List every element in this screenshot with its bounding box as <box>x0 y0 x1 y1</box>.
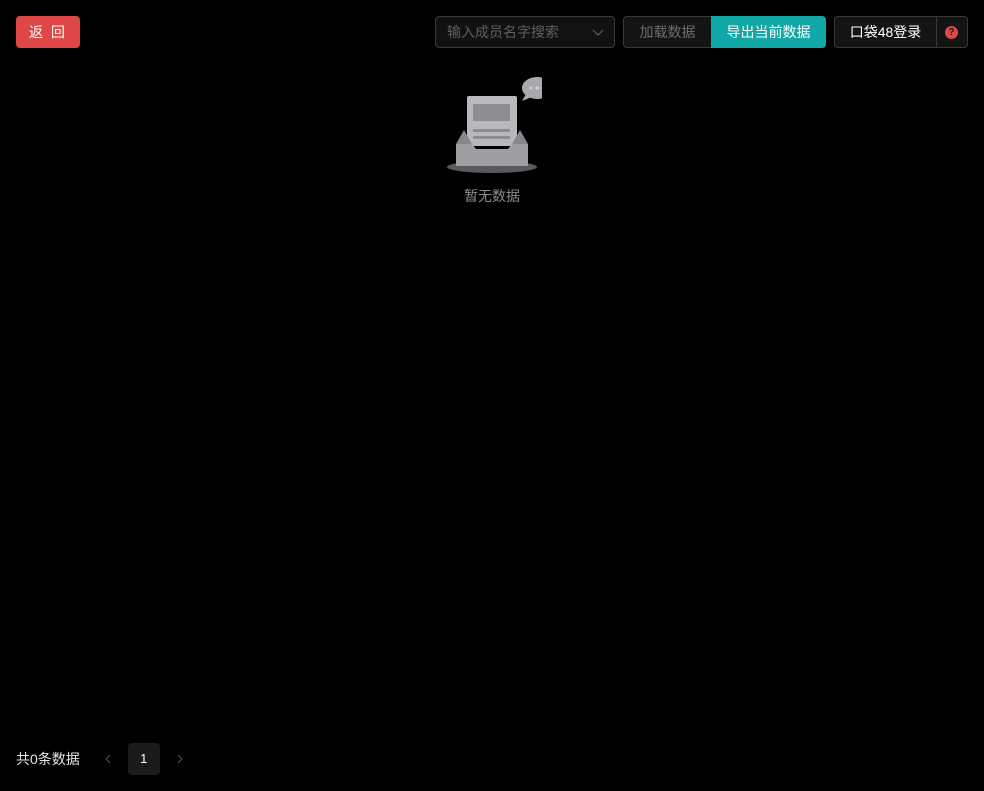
chevron-down-icon <box>592 29 604 36</box>
empty-state: 暂无数据 <box>442 74 542 206</box>
page: 返 回 输入成员名字搜索 加载数据 导出当前数据 口袋48登录 ? 暂无数据 共… <box>0 0 984 791</box>
help-button[interactable]: ? <box>937 16 968 48</box>
member-search-select[interactable]: 输入成员名字搜索 <box>435 16 615 48</box>
login-button-group: 口袋48登录 ? <box>834 16 968 48</box>
back-button[interactable]: 返 回 <box>16 16 80 48</box>
load-data-button[interactable]: 加载数据 <box>623 16 711 48</box>
search-placeholder: 输入成员名字搜索 <box>447 24 559 40</box>
help-icon: ? <box>945 26 958 39</box>
empty-inbox-icon <box>447 77 542 173</box>
next-page-button[interactable] <box>168 743 192 775</box>
chevron-left-icon <box>104 754 111 764</box>
data-button-group: 加载数据 导出当前数据 <box>623 16 826 48</box>
total-count: 共0条数据 <box>16 751 80 767</box>
chevron-right-icon <box>177 754 183 764</box>
empty-state-text: 暂无数据 <box>464 188 520 204</box>
pagination: 共0条数据 1 <box>16 743 192 775</box>
pocket48-login-button[interactable]: 口袋48登录 <box>834 16 937 48</box>
prev-page-button[interactable] <box>96 743 120 775</box>
export-data-button[interactable]: 导出当前数据 <box>711 16 826 48</box>
page-number-current[interactable]: 1 <box>127 743 160 775</box>
